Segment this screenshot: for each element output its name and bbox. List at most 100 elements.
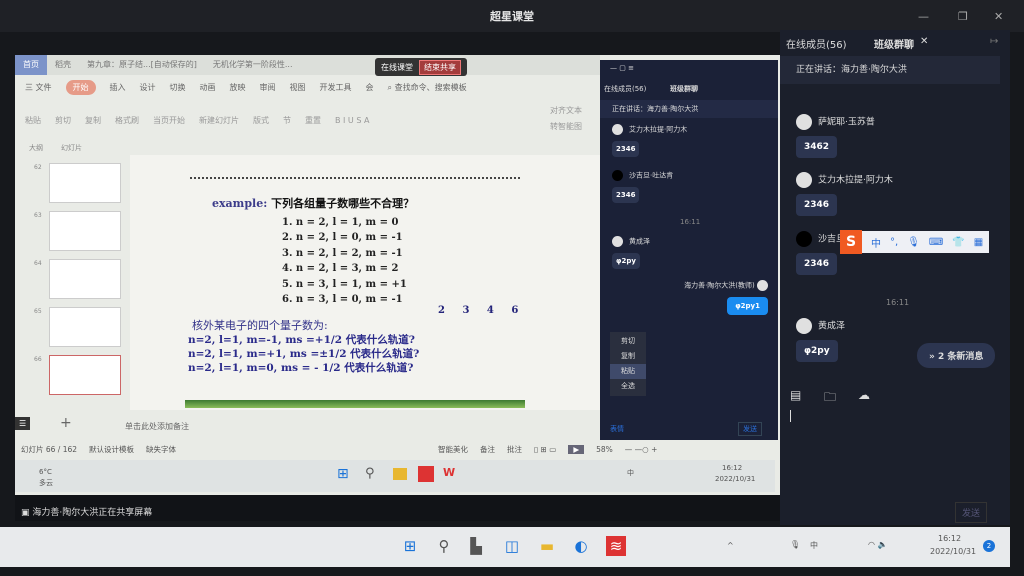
reset-button[interactable]: 重置 (305, 115, 321, 126)
task-view-icon[interactable]: ▙ (466, 536, 486, 556)
copy-button[interactable]: 复制 (85, 115, 101, 126)
message-bubble-self: φ2py1 (727, 297, 768, 315)
tray-chevron-icon[interactable]: ^ (727, 541, 734, 550)
message-input[interactable] (790, 410, 791, 422)
tab-group-chat[interactable]: 班级群聊 (670, 84, 698, 94)
beautify-button[interactable]: 智能美化 (438, 444, 468, 455)
tab-group-chat[interactable]: 班级群聊 (874, 36, 914, 51)
wifi-volume-icons[interactable]: ◠ 🔈 (868, 540, 887, 549)
file-explorer-icon[interactable]: ▬ (537, 536, 557, 556)
slide-canvas[interactable]: example: 下列各组量子数哪些不合理？ 1. n = 2, l = 1, … (130, 155, 600, 410)
emoji-button[interactable]: 表情 (610, 424, 624, 434)
tab-docer[interactable]: 稻壳 (47, 55, 79, 75)
slide-thumbnail[interactable]: 62 (34, 163, 121, 203)
slide-thumbnail[interactable]: 65 (34, 307, 121, 347)
windows-start-icon[interactable]: ⊞ (337, 466, 349, 482)
menu-review[interactable]: 审阅 (260, 82, 276, 93)
comment-button[interactable]: 批注 (507, 444, 522, 455)
ime-mode[interactable]: 中 (871, 235, 881, 250)
menu-design[interactable]: 设计 (140, 82, 156, 93)
search-icon[interactable]: ⚲ (434, 536, 454, 556)
zoom-slider[interactable]: — —○ + (625, 445, 658, 454)
view-icons[interactable]: ▯ ⊞ ▭ (534, 445, 556, 454)
convert-smartart-button[interactable]: 转智能图 (550, 119, 598, 135)
slide-thumbnail-selected[interactable]: 66 (34, 355, 121, 395)
keyboard-icon[interactable]: ⌨ (929, 237, 943, 248)
menu-slideshow[interactable]: 放映 (230, 82, 246, 93)
tab-doc[interactable]: 第九章：原子结...[自动保存的] (79, 55, 205, 75)
edge-icon[interactable]: ◐ (571, 536, 591, 556)
menu-file[interactable]: 三 文件 (25, 82, 52, 93)
layout-button[interactable]: 版式 (253, 115, 269, 126)
chat-panel: 在线成员(56) 班级群聊 ✕ ↦ 正在讲话：海力善·陶尔大洪 萨妮耶·玉苏普 3… (780, 30, 1010, 525)
zoom-level[interactable]: 58% (596, 445, 613, 454)
menu-developer[interactable]: 开发工具 (320, 82, 352, 93)
skin-icon[interactable]: 👕 (952, 237, 964, 248)
message-bubble: φ2py (612, 253, 640, 269)
close-icon[interactable]: ✕ (994, 10, 1003, 23)
menu-transition[interactable]: 切换 (170, 82, 186, 93)
chaoxing-icon[interactable]: ≋ (606, 536, 626, 556)
search-icon[interactable]: ⚲ (365, 466, 375, 481)
menu-item-copy[interactable]: 复制 (610, 349, 646, 364)
slide-thumbnail[interactable]: 63 (34, 211, 121, 251)
wps-icon[interactable]: W (443, 466, 455, 479)
chaoxing-icon[interactable] (418, 466, 434, 482)
paste-button[interactable]: 粘贴 (25, 115, 41, 126)
format-painter-button[interactable]: 格式刷 (115, 115, 139, 126)
search-command[interactable]: ⌕ 查找命令、搜索模板 (388, 82, 467, 93)
align-text-button[interactable]: 对齐文本 (550, 103, 598, 119)
ime-indicator[interactable]: 中 (810, 540, 818, 551)
file-explorer-icon[interactable] (393, 468, 407, 480)
notification-badge[interactable]: 2 (983, 540, 995, 552)
new-messages-button[interactable]: » 2 条新消息 (917, 343, 996, 368)
cloud-icon[interactable]: ☁ (858, 388, 870, 402)
tab-slides[interactable]: 幻灯片 (61, 143, 82, 157)
collapse-icon[interactable]: ↦ (990, 36, 998, 47)
tab-doc2[interactable]: 无机化学第一阶段性... (205, 55, 301, 75)
menu-icon[interactable]: ☰ (15, 417, 31, 430)
send-button[interactable]: 发送 (955, 502, 988, 523)
stop-share-button[interactable]: 结束共享 (419, 59, 461, 75)
slide-thumbnail[interactable]: 64 (34, 259, 121, 299)
missing-font[interactable]: 缺失字体 (146, 444, 176, 455)
play-icon[interactable]: ▶ (568, 444, 585, 454)
microphone-icon[interactable]: 🎙 (790, 540, 800, 549)
notes-area[interactable]: ☰ + 单击此处添加备注 (15, 415, 600, 439)
section-button[interactable]: 节 (283, 115, 291, 126)
new-slide-button[interactable]: 新建幻灯片 (199, 115, 239, 126)
microphone-icon[interactable]: 🎙 (907, 237, 920, 248)
sogou-logo-icon[interactable]: S (840, 230, 862, 254)
tab-home[interactable]: 首页 (15, 55, 47, 75)
menu-view[interactable]: 视图 (290, 82, 306, 93)
menu-item-cut[interactable]: 剪切 (610, 334, 646, 349)
menu-animation[interactable]: 动画 (200, 82, 216, 93)
calendar-icon[interactable]: ▤ (790, 388, 801, 402)
menu-item-paste[interactable]: 粘贴 (610, 364, 646, 379)
ime-punctuation[interactable]: °, (890, 237, 898, 248)
ime-indicator[interactable]: 中 (627, 468, 634, 478)
maximize-icon[interactable]: ❐ (958, 10, 968, 23)
font-style-buttons[interactable]: B I U S A (335, 116, 369, 125)
template-name: 默认设计模板 (89, 444, 135, 454)
send-button[interactable]: 发送 (738, 422, 762, 436)
cut-button[interactable]: 剪切 (55, 115, 71, 126)
close-tab-icon[interactable]: ✕ (920, 36, 928, 47)
tab-members[interactable]: 在线成员(56) (604, 84, 646, 94)
window-controls-icon[interactable]: — ▢ ≡ (610, 64, 634, 72)
play-current-button[interactable]: 当页开始 (153, 115, 185, 126)
folder-icon[interactable]: 🗀 (824, 388, 836, 409)
message-bubble: φ2py (796, 340, 838, 362)
add-slide-icon[interactable]: + (60, 415, 72, 431)
menu-insert[interactable]: 插入 (110, 82, 126, 93)
toolbox-icon[interactable]: ▦ (974, 237, 983, 248)
windows-start-icon[interactable]: ⊞ (400, 536, 420, 556)
menu-item-select-all[interactable]: 全选 (610, 379, 646, 394)
widgets-icon[interactable]: ◫ (502, 536, 522, 556)
menu-more[interactable]: 会 (366, 82, 374, 93)
minimize-icon[interactable]: — (918, 10, 929, 23)
tab-outline[interactable]: 大纲 (29, 143, 43, 157)
notes-button[interactable]: 备注 (480, 444, 495, 455)
menu-home[interactable]: 开始 (65, 79, 96, 95)
tab-members[interactable]: 在线成员(56) (786, 36, 847, 51)
